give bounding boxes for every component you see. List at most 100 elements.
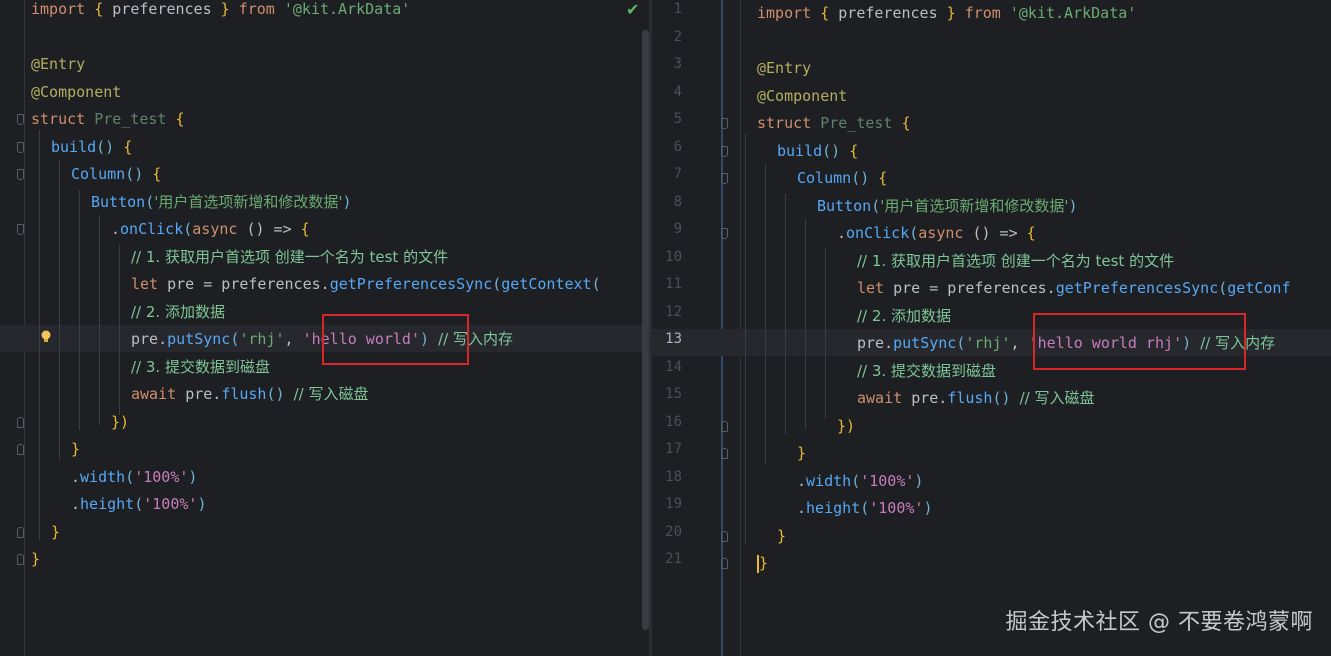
code-token: 'rhj' bbox=[965, 334, 1011, 352]
code-line[interactable]: } bbox=[777, 523, 786, 550]
fold-marker-icon[interactable] bbox=[17, 114, 24, 125]
code-token: ( bbox=[492, 275, 502, 293]
fold-marker-icon[interactable] bbox=[17, 444, 24, 455]
line-number: 6 bbox=[673, 138, 682, 155]
code-token: async bbox=[192, 220, 247, 238]
left-scrollbar[interactable] bbox=[642, 30, 649, 630]
code-line[interactable]: struct Pre_test { bbox=[757, 110, 911, 137]
fold-marker-icon[interactable] bbox=[17, 224, 24, 235]
fold-marker-icon[interactable] bbox=[17, 169, 24, 180]
right-editor-pane[interactable]: 1 2 3 4 5 6 7 8 9 10 11 12 13 14 15 16 17 18 19 20 21 import… bbox=[652, 0, 1331, 656]
code-line[interactable]: } bbox=[797, 440, 806, 467]
code-line[interactable]: Column() { bbox=[71, 161, 161, 188]
code-line[interactable]: } bbox=[757, 550, 768, 577]
code-token: from bbox=[238, 0, 284, 18]
code-token: @Entry bbox=[757, 59, 812, 77]
fold-marker-icon[interactable] bbox=[721, 173, 728, 184]
line-number: 14 bbox=[665, 358, 682, 375]
fold-marker-icon[interactable] bbox=[17, 141, 24, 153]
code-token: @Entry bbox=[31, 55, 86, 73]
code-token: '用户首选项新增和修改数据' bbox=[154, 192, 343, 211]
code-line[interactable]: // 1. 获取用户首选项 创建一个名为 test 的文件 bbox=[857, 248, 1174, 275]
fold-marker-icon[interactable] bbox=[721, 420, 728, 432]
fold-marker-icon[interactable] bbox=[17, 416, 24, 428]
code-token: onClick bbox=[846, 224, 910, 242]
code-line[interactable]: // 2. 添加数据 bbox=[857, 303, 951, 330]
code-line[interactable]: import { preferences } from '@kit.ArkDat… bbox=[757, 0, 1136, 27]
line-number: 4 bbox=[673, 83, 682, 100]
code-token: // 3. 提交数据到磁盘 bbox=[131, 357, 270, 376]
code-line[interactable]: @Component bbox=[757, 83, 847, 110]
fold-marker-icon[interactable] bbox=[721, 530, 728, 542]
code-token: getPreferencesSync bbox=[1055, 279, 1219, 297]
code-line[interactable]: let pre = preferences.getPreferencesSync… bbox=[857, 275, 1291, 302]
code-token: . bbox=[837, 224, 847, 242]
code-token: Column bbox=[797, 169, 852, 187]
code-line[interactable]: build() { bbox=[51, 134, 132, 161]
code-token: ( bbox=[871, 196, 881, 215]
fold-marker-icon[interactable] bbox=[17, 526, 24, 538]
code-token: pre. bbox=[911, 389, 948, 407]
code-line[interactable]: .width('100%') bbox=[797, 468, 923, 495]
code-line[interactable]: @Entry bbox=[757, 55, 811, 82]
indent-guide bbox=[39, 130, 40, 540]
code-line[interactable]: build() { bbox=[777, 138, 858, 165]
line-number: 21 bbox=[665, 551, 682, 567]
code-token: () bbox=[851, 169, 879, 187]
code-token: @Component bbox=[757, 86, 848, 105]
code-line[interactable]: .height('100%') bbox=[797, 495, 932, 522]
code-token: () => bbox=[972, 224, 1027, 242]
code-token: putSync bbox=[167, 330, 231, 348]
code-line[interactable]: await pre.flush() // 写入磁盘 bbox=[857, 385, 1094, 412]
fold-marker-icon[interactable] bbox=[721, 448, 728, 459]
code-line[interactable]: .onClick(async () => { bbox=[837, 220, 1036, 247]
code-token: await bbox=[131, 385, 186, 403]
line-number: 13 bbox=[665, 331, 682, 347]
code-line[interactable]: } bbox=[51, 519, 60, 546]
lightbulb-icon[interactable] bbox=[40, 330, 52, 344]
code-line[interactable]: } bbox=[31, 546, 40, 573]
code-line[interactable]: @Entry bbox=[31, 51, 85, 78]
code-token: } bbox=[31, 550, 41, 568]
code-line[interactable]: import { preferences } from '@kit.ArkDat… bbox=[31, 0, 410, 23]
left-editor-pane[interactable]: import { preferences } from '@kit.ArkDat… bbox=[0, 0, 652, 656]
code-line[interactable]: struct Pre_test { bbox=[31, 106, 185, 133]
code-line[interactable]: Column() { bbox=[797, 165, 887, 192]
line-number: 8 bbox=[673, 193, 682, 210]
fold-marker-icon[interactable] bbox=[17, 554, 24, 565]
code-line[interactable]: // 2. 添加数据 bbox=[131, 299, 225, 326]
code-token: Column bbox=[71, 165, 126, 183]
fold-marker-icon[interactable] bbox=[721, 228, 728, 239]
code-token: , bbox=[1010, 334, 1029, 352]
code-line[interactable]: // 3. 提交数据到磁盘 bbox=[857, 358, 996, 385]
code-line[interactable]: Button('用户首选项新增和修改数据') bbox=[91, 189, 352, 216]
code-line[interactable]: let pre = preferences.getPreferencesSync… bbox=[131, 271, 601, 298]
code-token: ) bbox=[914, 471, 924, 490]
code-token: { bbox=[849, 141, 859, 160]
code-line[interactable]: await pre.flush() // 写入磁盘 bbox=[131, 381, 368, 408]
line-number: 3 bbox=[673, 56, 682, 72]
code-token: { bbox=[175, 110, 185, 128]
fold-marker-icon[interactable] bbox=[721, 558, 728, 569]
code-line[interactable]: }) bbox=[111, 409, 129, 436]
code-token: , bbox=[284, 330, 303, 348]
code-token: () => bbox=[246, 220, 301, 238]
code-line[interactable]: @Component bbox=[31, 79, 121, 106]
code-token: ( bbox=[134, 495, 144, 513]
fold-marker-icon[interactable] bbox=[721, 145, 728, 157]
code-line[interactable]: } bbox=[71, 436, 80, 463]
code-line[interactable]: .onClick(async () => { bbox=[111, 216, 310, 243]
code-line[interactable]: }) bbox=[837, 413, 855, 440]
line-number: 16 bbox=[665, 413, 682, 430]
line-number: 19 bbox=[665, 496, 682, 512]
code-line[interactable]: // 1. 获取用户首选项 创建一个名为 test 的文件 bbox=[131, 244, 448, 271]
code-line[interactable]: .width('100%') bbox=[71, 464, 197, 491]
code-token: pre = preferences. bbox=[167, 275, 330, 293]
code-token: import bbox=[757, 4, 821, 22]
code-token: } bbox=[51, 522, 61, 541]
fold-marker-icon[interactable] bbox=[721, 118, 728, 129]
code-line[interactable]: // 3. 提交数据到磁盘 bbox=[131, 354, 270, 381]
code-line[interactable]: Button('用户首选项新增和修改数据') bbox=[817, 193, 1078, 220]
code-line[interactable]: .height('100%') bbox=[71, 491, 206, 518]
line-number: 18 bbox=[665, 468, 682, 485]
